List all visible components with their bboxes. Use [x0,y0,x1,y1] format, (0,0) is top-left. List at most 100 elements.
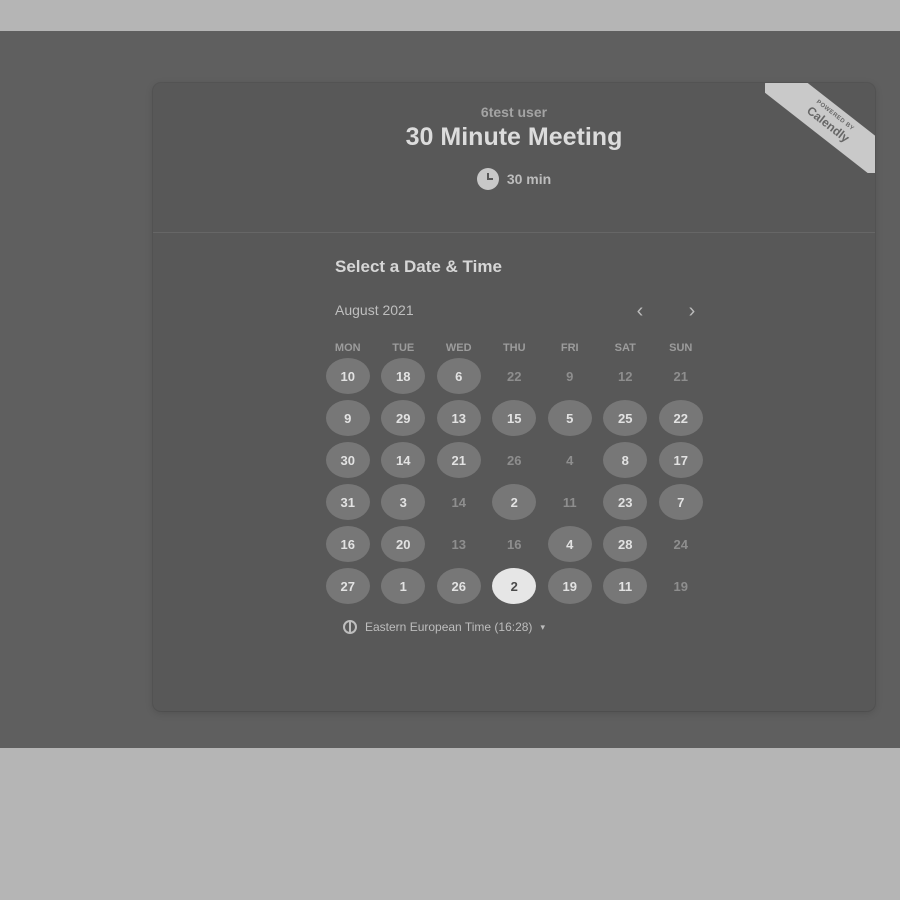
date-button: 24 [673,536,688,552]
date-button[interactable]: 15 [492,400,537,436]
calendar-cell: 30 [320,439,376,481]
calendar-cell: 13 [431,523,487,565]
calendar-cell: 17 [653,439,709,481]
date-button: 14 [451,494,466,510]
calendar-cell: 7 [653,481,709,523]
calendar-cell: 25 [598,397,654,439]
date-button[interactable]: 18 [381,358,426,394]
date-button: 9 [566,368,574,384]
calendar-cell: 26 [431,565,487,607]
calendar-cell: 14 [431,481,487,523]
date-button: 22 [507,368,522,384]
date-button[interactable]: 6 [436,358,481,394]
booking-card: 6test user 30 Minute Meeting 30 min POWE… [153,83,875,711]
date-button[interactable]: 31 [325,484,370,520]
powered-by-ribbon[interactable]: POWERED BY Calendly [765,83,875,173]
selected-date-button[interactable]: 2 [492,568,537,604]
date-button[interactable]: 11 [603,568,648,604]
date-button[interactable]: 14 [381,442,426,478]
date-button[interactable]: 10 [325,358,370,394]
date-button[interactable]: 20 [381,526,426,562]
next-month-button[interactable]: › [680,299,704,323]
date-button[interactable]: 8 [603,442,648,478]
date-button: 4 [566,452,574,468]
calendar-cell: 23 [598,481,654,523]
calendar-cell: 8 [598,439,654,481]
calendar-cell: 15 [487,397,543,439]
date-button: 12 [618,368,633,384]
calendar-cell: 21 [653,355,709,397]
calendar-cell: 16 [320,523,376,565]
date-button[interactable]: 9 [325,400,370,436]
calendar-cell: 24 [653,523,709,565]
calendar-cell: 27 [320,565,376,607]
date-button[interactable]: 22 [658,400,703,436]
chevron-down-icon: ▾ [540,621,545,632]
date-button[interactable]: 29 [381,400,426,436]
date-button: 19 [673,578,688,594]
calendar-cell: 11 [598,565,654,607]
timezone-selector[interactable]: Eastern European Time (16:28) ▾ [343,620,545,634]
date-button[interactable]: 17 [658,442,703,478]
calendar-cell: 16 [487,523,543,565]
calendar-cell: 11 [542,481,598,523]
weekday-header: MON TUE WED THU FRI SAT SUN [320,342,710,354]
date-button: 13 [451,536,466,552]
date-button[interactable]: 2 [492,484,537,520]
booking-backdrop: 6test user 30 Minute Meeting 30 min POWE… [0,31,900,748]
calendar-cell: 12 [598,355,654,397]
date-button[interactable]: 1 [381,568,426,604]
prev-month-button[interactable]: ‹ [628,299,652,323]
date-button: 16 [507,536,522,552]
calendar-cell: 4 [542,439,598,481]
date-button[interactable]: 27 [325,568,370,604]
weekday-wed: WED [445,342,472,354]
calendar-cell: 5 [542,397,598,439]
calendar-grid: 10 18 6 22 9 12 21 9 29 13 15 5 25 22 30 14 21 26 4 8 17 31 3 1… [320,355,710,607]
calendar-cell: 20 [376,523,432,565]
month-label: August 2021 [335,302,414,318]
date-button: 11 [562,494,577,510]
date-button[interactable]: 21 [436,442,481,478]
calendar-cell: 18 [376,355,432,397]
weekday-mon: MON [334,342,361,354]
calendar-cell: 22 [487,355,543,397]
date-button[interactable]: 7 [658,484,703,520]
calendar-cell: 1 [376,565,432,607]
date-button[interactable]: 28 [603,526,648,562]
date-button[interactable]: 5 [547,400,592,436]
calendar-cell: 2 [487,565,543,607]
date-button: 26 [507,452,522,468]
date-button[interactable]: 4 [547,526,592,562]
date-button[interactable]: 25 [603,400,648,436]
calendar-cell: 19 [653,565,709,607]
date-button[interactable]: 16 [325,526,370,562]
calendar-cell: 28 [598,523,654,565]
calendar-cell: 14 [376,439,432,481]
weekday-sat: SAT [614,342,636,354]
weekday-tue: TUE [392,342,415,354]
section-title: Select a Date & Time [335,257,502,276]
calendar-cell: 4 [542,523,598,565]
calendar-cell: 3 [376,481,432,523]
date-button[interactable]: 19 [547,568,592,604]
timezone-label: Eastern European Time (16:28) [365,620,533,634]
date-button[interactable]: 26 [436,568,481,604]
globe-icon [343,620,357,634]
date-button[interactable]: 3 [381,484,426,520]
weekday-thu: THU [502,342,526,354]
date-button[interactable]: 30 [325,442,370,478]
date-button: 21 [673,368,688,384]
calendar-cell: 29 [376,397,432,439]
calendar-cell: 21 [431,439,487,481]
calendar-cell: 22 [653,397,709,439]
calendar-cell: 26 [487,439,543,481]
date-button[interactable]: 13 [436,400,481,436]
calendar-cell: 9 [320,397,376,439]
duration-label: 30 min [506,171,552,187]
calendar-cell: 31 [320,481,376,523]
weekday-sun: SUN [669,342,693,354]
date-button[interactable]: 23 [603,484,648,520]
clock-icon [476,168,499,190]
calendar-cell: 10 [320,355,376,397]
